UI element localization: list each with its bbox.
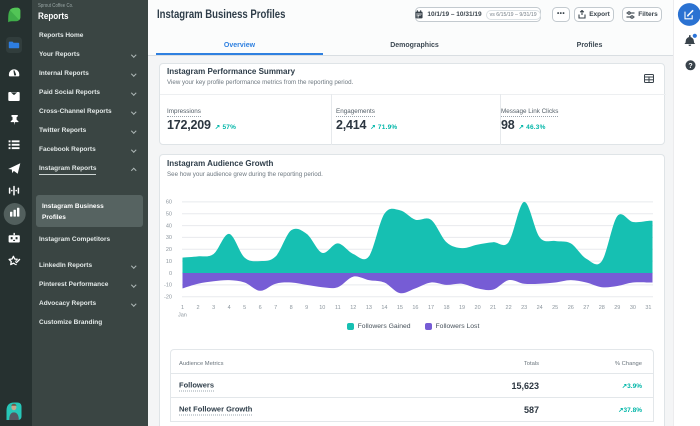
svg-text:18: 18 [443, 305, 449, 311]
svg-text:12: 12 [350, 305, 356, 311]
svg-text:13: 13 [366, 305, 372, 311]
svg-text:-10: -10 [164, 283, 172, 289]
svg-text:17: 17 [428, 305, 434, 311]
svg-text:10: 10 [166, 259, 172, 265]
svg-text:9: 9 [305, 305, 308, 311]
svg-text:Jan: Jan [178, 313, 187, 319]
svg-text:31: 31 [645, 305, 651, 311]
svg-text:5: 5 [243, 305, 246, 311]
svg-text:30: 30 [630, 305, 636, 311]
svg-text:3: 3 [212, 305, 215, 311]
svg-text:28: 28 [599, 305, 605, 311]
svg-text:6: 6 [259, 305, 262, 311]
svg-text:8: 8 [290, 305, 293, 311]
svg-text:10: 10 [319, 305, 325, 311]
svg-text:60: 60 [166, 200, 172, 206]
svg-text:21: 21 [490, 305, 496, 311]
svg-text:26: 26 [568, 305, 574, 311]
svg-text:0: 0 [169, 271, 172, 277]
svg-text:29: 29 [614, 305, 620, 311]
svg-text:30: 30 [166, 235, 172, 241]
svg-text:-20: -20 [164, 295, 172, 301]
svg-text:7: 7 [274, 305, 277, 311]
svg-text:11: 11 [335, 305, 341, 311]
svg-text:14: 14 [381, 305, 387, 311]
svg-text:25: 25 [552, 305, 558, 311]
svg-text:2: 2 [196, 305, 199, 311]
svg-text:19: 19 [459, 305, 465, 311]
svg-text:20: 20 [475, 305, 481, 311]
svg-text:1: 1 [181, 305, 184, 311]
svg-text:4: 4 [228, 305, 231, 311]
svg-text:15: 15 [397, 305, 403, 311]
svg-text:16: 16 [412, 305, 418, 311]
svg-text:27: 27 [583, 305, 589, 311]
svg-text:24: 24 [537, 305, 543, 311]
svg-text:20: 20 [166, 247, 172, 253]
svg-text:23: 23 [521, 305, 527, 311]
svg-text:40: 40 [166, 223, 172, 229]
svg-text:50: 50 [166, 212, 172, 218]
svg-text:22: 22 [506, 305, 512, 311]
